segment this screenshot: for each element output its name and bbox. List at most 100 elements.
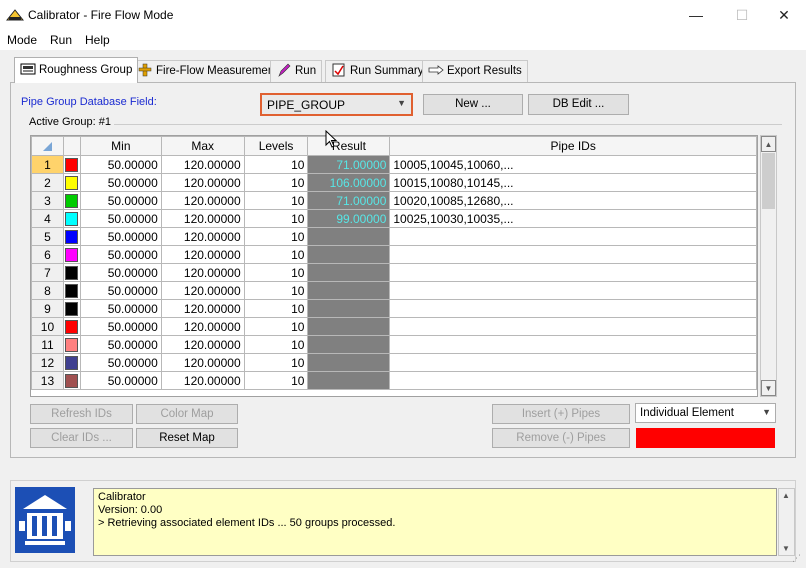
group-color-swatch[interactable] <box>62 191 81 210</box>
row-number[interactable]: 3 <box>31 191 64 210</box>
min-cell[interactable]: 50.00000 <box>79 335 162 354</box>
max-cell[interactable]: 120.00000 <box>160 227 245 246</box>
max-cell[interactable]: 120.00000 <box>160 299 245 318</box>
header-min[interactable]: Min <box>79 136 162 156</box>
header-max[interactable]: Max <box>160 136 245 156</box>
grid-scrollbar[interactable]: ▲ ▼ <box>760 135 777 397</box>
levels-cell[interactable]: 10 <box>243 281 309 300</box>
result-cell[interactable] <box>307 299 391 318</box>
levels-cell[interactable]: 10 <box>243 335 309 354</box>
table-row[interactable]: 12 50.00000 120.00000 10 <box>31 353 757 372</box>
pipe-ids-cell[interactable]: 10025,10030,10035,... <box>389 209 757 228</box>
max-cell[interactable]: 120.00000 <box>160 263 245 282</box>
group-color-swatch[interactable] <box>62 335 81 354</box>
max-cell[interactable]: 120.00000 <box>160 155 245 174</box>
max-cell[interactable]: 120.00000 <box>160 353 245 372</box>
min-cell[interactable]: 50.00000 <box>79 317 162 336</box>
table-row[interactable]: 7 50.00000 120.00000 10 <box>31 263 757 282</box>
result-cell[interactable] <box>307 317 391 336</box>
levels-cell[interactable]: 10 <box>243 299 309 318</box>
scroll-up-icon[interactable]: ▲ <box>761 136 776 152</box>
new-button[interactable]: New ... <box>423 94 523 115</box>
min-cell[interactable]: 50.00000 <box>79 245 162 264</box>
pipe-ids-cell[interactable] <box>389 263 757 282</box>
result-cell[interactable] <box>307 371 391 390</box>
pipe-ids-cell[interactable] <box>389 353 757 372</box>
row-number[interactable]: 10 <box>31 317 64 336</box>
table-row[interactable]: 6 50.00000 120.00000 10 <box>31 245 757 264</box>
close-button[interactable]: ✕ <box>762 4 806 26</box>
group-color-swatch[interactable] <box>62 173 81 192</box>
pipe-ids-cell[interactable]: 10015,10080,10145,... <box>389 173 757 192</box>
table-row[interactable]: 2 50.00000 120.00000 10 106.00000 10015,10080… <box>31 173 757 192</box>
group-color-swatch[interactable] <box>62 155 81 174</box>
group-color-swatch[interactable] <box>62 245 81 264</box>
result-cell[interactable]: 71.00000 <box>307 155 391 174</box>
levels-cell[interactable]: 10 <box>243 245 309 264</box>
pipe-ids-cell[interactable]: 10020,10085,12680,... <box>389 191 757 210</box>
tab-export-results[interactable]: Export Results <box>422 60 528 82</box>
menu-mode[interactable]: Mode <box>7 33 37 47</box>
table-row[interactable]: 4 50.00000 120.00000 10 99.00000 10025,10030,… <box>31 209 757 228</box>
result-cell[interactable] <box>307 353 391 372</box>
max-cell[interactable]: 120.00000 <box>160 173 245 192</box>
tab-run-summary[interactable]: Run Summary <box>325 60 430 82</box>
table-row[interactable]: 13 50.00000 120.00000 10 <box>31 371 757 390</box>
levels-cell[interactable]: 10 <box>243 173 309 192</box>
message-log[interactable]: Calibrator Version: 0.00 > Retrieving as… <box>93 488 777 556</box>
pipe-ids-cell[interactable] <box>389 281 757 300</box>
levels-cell[interactable]: 10 <box>243 317 309 336</box>
tab-roughness-group[interactable]: Roughness Group <box>14 57 139 83</box>
group-color-swatch[interactable] <box>62 353 81 372</box>
max-cell[interactable]: 120.00000 <box>160 371 245 390</box>
levels-cell[interactable]: 10 <box>243 227 309 246</box>
levels-cell[interactable]: 10 <box>243 353 309 372</box>
result-cell[interactable]: 106.00000 <box>307 173 391 192</box>
group-color-swatch[interactable] <box>62 227 81 246</box>
db-edit-button[interactable]: DB Edit ... <box>528 94 629 115</box>
row-number[interactable]: 9 <box>31 299 64 318</box>
scroll-up-icon[interactable]: ▲ <box>782 491 790 500</box>
pipe-ids-cell[interactable] <box>389 335 757 354</box>
result-cell[interactable] <box>307 335 391 354</box>
max-cell[interactable]: 120.00000 <box>160 191 245 210</box>
levels-cell[interactable]: 10 <box>243 191 309 210</box>
roughness-group-grid[interactable]: Min Max Levels Result Pipe IDs 1 50.00000… <box>30 135 758 397</box>
menu-run[interactable]: Run <box>50 33 72 47</box>
group-color-swatch[interactable] <box>62 263 81 282</box>
row-number[interactable]: 13 <box>31 371 64 390</box>
select-all-corner[interactable] <box>31 136 64 156</box>
pipe-ids-cell[interactable] <box>389 227 757 246</box>
header-pipe-ids[interactable]: Pipe IDs <box>389 136 757 156</box>
pipe-ids-cell[interactable] <box>389 245 757 264</box>
max-cell[interactable]: 120.00000 <box>160 335 245 354</box>
table-row[interactable]: 11 50.00000 120.00000 10 <box>31 335 757 354</box>
result-cell[interactable]: 99.00000 <box>307 209 391 228</box>
log-scrollbar[interactable]: ▲ ▼ <box>778 488 795 556</box>
table-row[interactable]: 3 50.00000 120.00000 10 71.00000 10020,10085,… <box>31 191 757 210</box>
max-cell[interactable]: 120.00000 <box>160 317 245 336</box>
tab-run[interactable]: Run <box>270 60 323 82</box>
min-cell[interactable]: 50.00000 <box>79 155 162 174</box>
min-cell[interactable]: 50.00000 <box>79 191 162 210</box>
min-cell[interactable]: 50.00000 <box>79 281 162 300</box>
min-cell[interactable]: 50.00000 <box>79 371 162 390</box>
levels-cell[interactable]: 10 <box>243 155 309 174</box>
result-cell[interactable] <box>307 245 391 264</box>
row-number[interactable]: 4 <box>31 209 64 228</box>
result-cell[interactable] <box>307 281 391 300</box>
header-levels[interactable]: Levels <box>243 136 309 156</box>
min-cell[interactable]: 50.00000 <box>79 227 162 246</box>
highlight-color-swatch[interactable] <box>636 428 775 448</box>
pipe-ids-cell[interactable]: 10005,10045,10060,... <box>389 155 757 174</box>
row-number[interactable]: 7 <box>31 263 64 282</box>
scroll-down-icon[interactable]: ▼ <box>782 544 790 553</box>
levels-cell[interactable]: 10 <box>243 371 309 390</box>
tab-fire-flow-measurement[interactable]: Fire-Flow Measurement <box>131 60 284 82</box>
max-cell[interactable]: 120.00000 <box>160 281 245 300</box>
result-cell[interactable] <box>307 227 391 246</box>
table-row[interactable]: 9 50.00000 120.00000 10 <box>31 299 757 318</box>
maximize-button[interactable]: ☐ <box>720 4 764 26</box>
row-number[interactable]: 5 <box>31 227 64 246</box>
min-cell[interactable]: 50.00000 <box>79 299 162 318</box>
